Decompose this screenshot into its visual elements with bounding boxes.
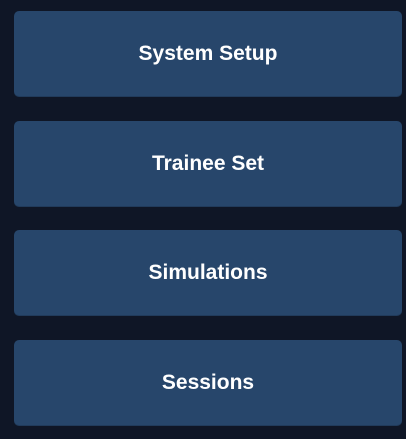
sessions-button[interactable]: Sessions (14, 340, 402, 426)
trainee-set-button[interactable]: Trainee Set (14, 121, 402, 207)
main-menu: System Setup Trainee Set Simulations Ses… (0, 0, 406, 439)
system-setup-button[interactable]: System Setup (14, 11, 402, 97)
simulations-button[interactable]: Simulations (14, 230, 402, 316)
